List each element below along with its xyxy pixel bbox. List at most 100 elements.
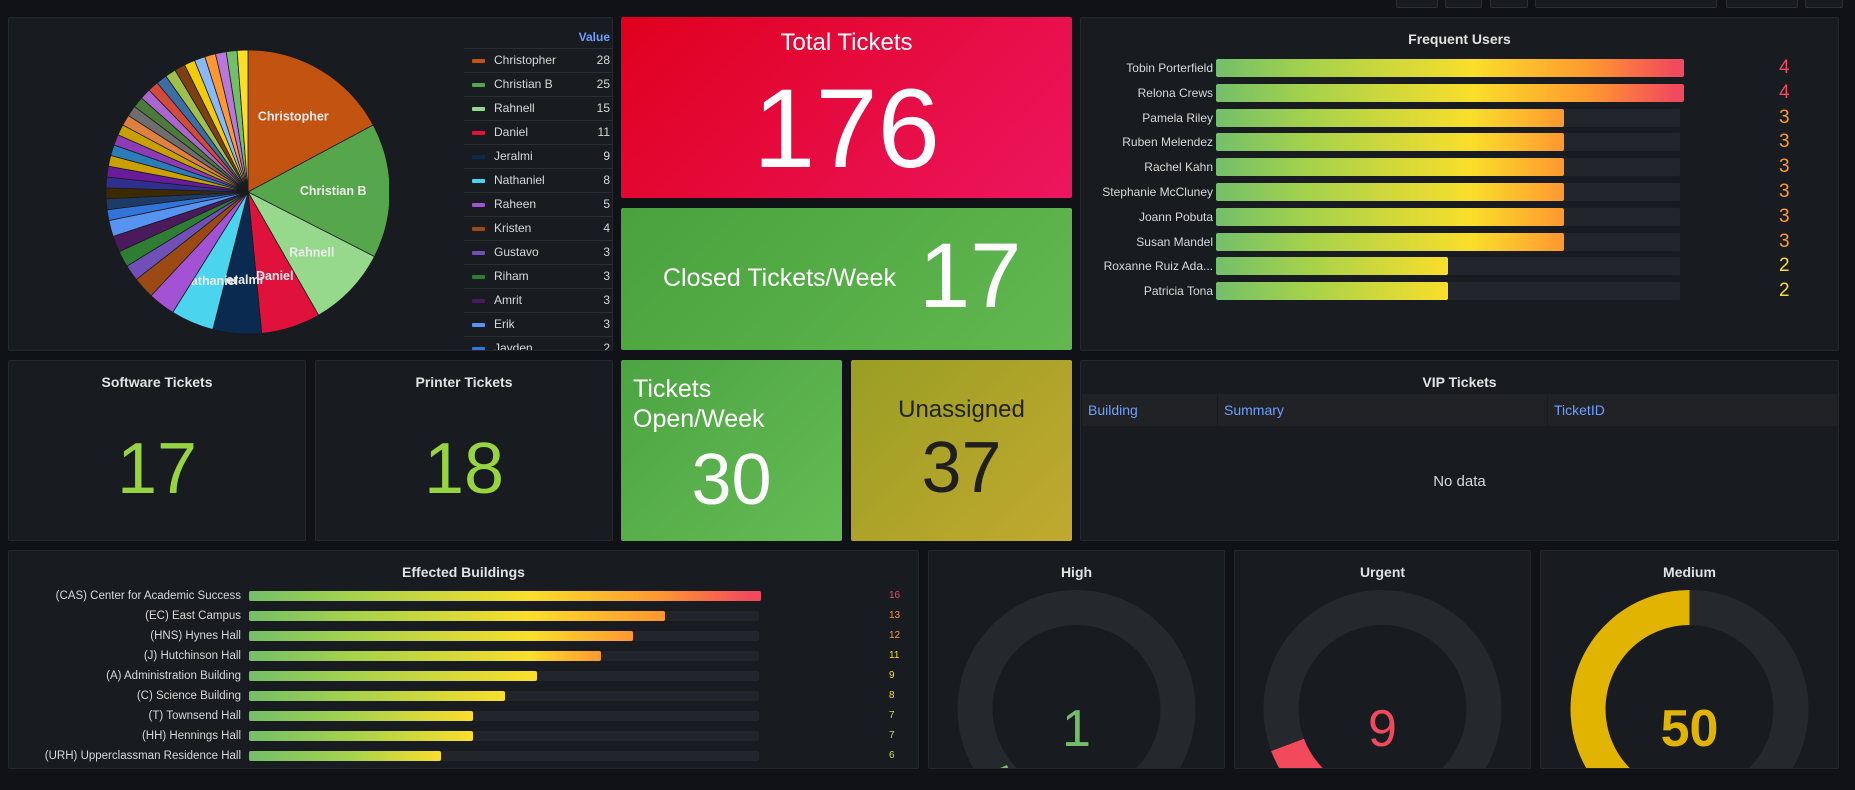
legend-item[interactable]: Rahnell 15 <box>464 96 612 120</box>
gauge-panel-medium: Medium 50 <box>1540 550 1839 769</box>
legend-item[interactable]: Christian B 25 <box>464 72 612 96</box>
frequent-user-bar <box>1216 59 1684 77</box>
time-range-picker[interactable] <box>1535 0 1717 8</box>
effected-buildings-title: Effected Buildings <box>402 564 525 580</box>
building-bar <box>249 651 601 661</box>
building-row: (T) Townsend Hall 7 <box>9 709 918 723</box>
legend-item[interactable]: Christopher 28 <box>464 48 612 72</box>
building-count: 16 <box>889 590 901 601</box>
frequent-user-name: Patricia Tona <box>1143 284 1213 299</box>
building-count: 9 <box>889 670 895 681</box>
legend-item-value: 11 <box>597 125 610 139</box>
frequent-user-name: Relona Crews <box>1137 85 1213 100</box>
legend-swatch <box>472 347 485 350</box>
printer-tickets-title: Printer Tickets <box>415 374 513 390</box>
unassigned-title: Unassigned <box>898 396 1025 423</box>
legend-item[interactable]: Jeralmi 9 <box>464 144 612 168</box>
legend-item-value: 2 <box>603 341 610 351</box>
legend-item[interactable]: Amrit 3 <box>464 288 612 312</box>
legend-item[interactable]: Daniel 11 <box>464 120 612 144</box>
closed-week-title: Closed Tickets/Week <box>663 264 896 292</box>
legend-item-value: 25 <box>596 77 610 91</box>
building-bar <box>249 671 537 681</box>
building-name: (EC) East Campus <box>145 610 241 622</box>
building-name: (HH) Hennings Hall <box>141 730 241 742</box>
refresh-button[interactable] <box>1726 0 1798 8</box>
frequent-users-panel: Frequent Users Tobin Porterfield 4 Relona … <box>1080 17 1839 351</box>
effected-buildings-panel: Effected Buildings (CAS) Center for Acad… <box>8 550 919 769</box>
column-header-summary[interactable]: Summary <box>1218 394 1548 426</box>
toolbar-button[interactable] <box>1445 0 1482 8</box>
legend-value-header[interactable]: Value <box>464 26 612 48</box>
frequent-user-bar <box>1216 133 1564 152</box>
frequent-user-count: 3 <box>1779 156 1790 178</box>
frequent-user-row: Stephanie McCluney 3 <box>1081 181 1838 202</box>
vip-tickets-panel: VIP Tickets Building Summary TicketID No… <box>1080 360 1839 541</box>
frequent-user-bar-track <box>1216 158 1680 177</box>
frequent-user-bar-track <box>1216 257 1680 276</box>
frequent-user-count: 2 <box>1779 255 1790 277</box>
frequent-user-bar-track <box>1216 282 1680 301</box>
unassigned-value: 37 <box>921 428 1002 508</box>
frequent-user-name: Joann Pobuta <box>1138 209 1213 224</box>
view-mode-button[interactable] <box>1805 0 1843 8</box>
legend-item-name: Rahnell <box>494 101 535 115</box>
legend-item[interactable]: Riham 3 <box>464 264 612 288</box>
legend-item[interactable]: Gustavo 3 <box>464 240 612 264</box>
building-name: (HNS) Hynes Hall <box>150 630 241 642</box>
frequent-user-bar <box>1216 108 1564 127</box>
frequent-user-bar <box>1216 158 1564 177</box>
building-count: 7 <box>889 710 895 721</box>
legend-item[interactable]: Nathaniel 8 <box>464 168 612 192</box>
building-bar <box>249 691 505 701</box>
column-header-building[interactable]: Building <box>1082 394 1218 426</box>
building-row: (A) Administration Building 9 <box>9 669 918 683</box>
building-bar <box>249 751 441 761</box>
legend-item[interactable]: Kristen 4 <box>464 216 612 240</box>
frequent-user-count: 3 <box>1779 181 1790 202</box>
frequent-user-count: 3 <box>1779 205 1790 227</box>
frequent-user-count: 4 <box>1779 57 1790 78</box>
legend-item-name: Riham <box>494 269 529 283</box>
total-tickets-panel: Total Tickets 176 <box>621 17 1072 198</box>
building-bar <box>249 731 473 741</box>
pie-slice-label: Rahnell <box>289 246 334 260</box>
software-tickets-title: Software Tickets <box>101 374 213 390</box>
gauge-value-urgent: 9 <box>1368 700 1397 758</box>
frequent-user-count: 4 <box>1779 81 1790 103</box>
toolbar-button[interactable] <box>1490 0 1528 8</box>
vip-table-header: Building Summary TicketID <box>1082 394 1837 426</box>
legend-item-value: 5 <box>603 197 610 211</box>
legend-item-name: Gustavo <box>494 245 539 259</box>
legend-item[interactable]: Raheen 5 <box>464 192 612 216</box>
frequent-user-row: Roxanne Ruiz Ada... 2 <box>1081 255 1838 277</box>
frequent-user-row: Rachel Kahn 3 <box>1081 156 1838 178</box>
vip-tickets-title: VIP Tickets <box>1422 374 1497 390</box>
building-name: (URH) Upperclassman Residence Hall <box>44 750 241 762</box>
toolbar-button[interactable] <box>1396 0 1438 8</box>
pie-slice-label: Christian B <box>300 184 367 198</box>
frequent-user-bar-track <box>1216 232 1680 251</box>
total-tickets-value: 176 <box>753 66 940 191</box>
building-row: (HH) Hennings Hall 7 <box>9 729 918 743</box>
legend-item[interactable]: Erik 3 <box>464 312 612 336</box>
frequent-user-name: Ruben Melendez <box>1122 135 1213 150</box>
building-bar-track <box>249 651 759 661</box>
building-bar <box>249 611 665 621</box>
frequent-user-bar <box>1216 83 1684 102</box>
legend-swatch <box>472 299 485 303</box>
legend-swatch <box>472 203 485 207</box>
legend-item-name: Jeralmi <box>494 149 533 163</box>
unassigned-panel: Unassigned 37 <box>851 360 1072 541</box>
legend-swatch <box>472 275 485 279</box>
legend-item-value: 3 <box>603 245 610 259</box>
building-count: 7 <box>889 730 895 741</box>
software-tickets-value: 17 <box>116 429 198 509</box>
frequent-user-row: Joann Pobuta 3 <box>1081 205 1838 227</box>
column-header-ticketid[interactable]: TicketID <box>1548 394 1838 426</box>
frequent-users-title: Frequent Users <box>1408 31 1511 47</box>
gauge-value-high: 1 <box>1062 700 1091 758</box>
frequent-user-bar <box>1216 232 1564 251</box>
legend-item[interactable]: Jayden 2 <box>464 336 612 351</box>
frequent-user-bar-track <box>1216 207 1680 226</box>
